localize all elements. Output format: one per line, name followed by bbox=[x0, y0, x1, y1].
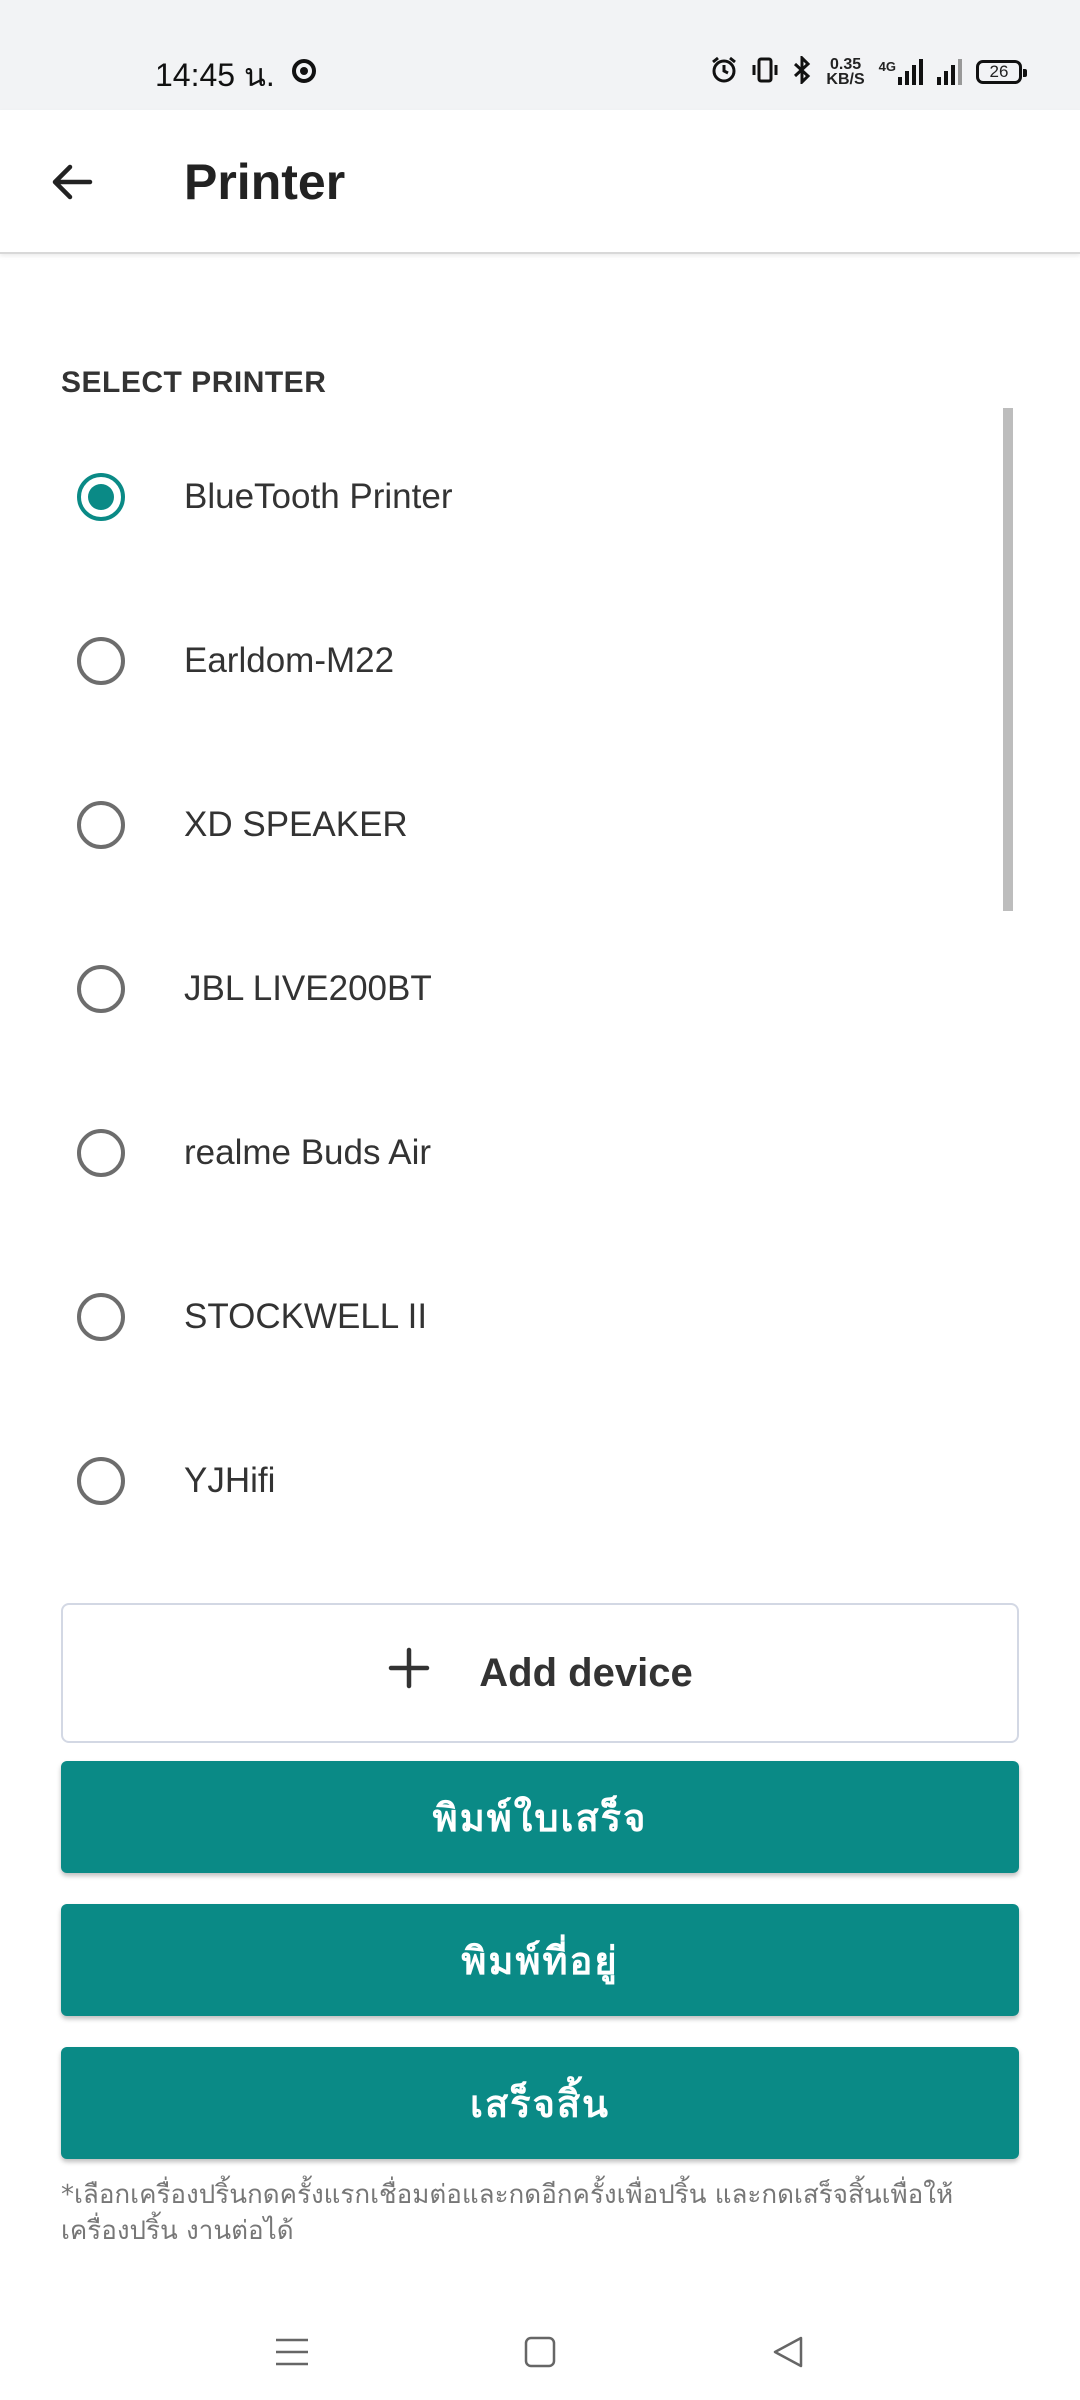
print-address-button[interactable]: พิมพ์ที่อยู่ bbox=[61, 1904, 1019, 2016]
vibrate-icon bbox=[752, 56, 778, 89]
app-bar: Printer bbox=[0, 110, 1080, 254]
network-4g-signal: 4G bbox=[879, 59, 923, 85]
printer-name: realme Buds Air bbox=[184, 1133, 432, 1172]
back-button[interactable] bbox=[40, 150, 104, 214]
radio-button[interactable] bbox=[77, 1457, 125, 1505]
printer-list: BlueTooth Printer Earldom-M22 XD SPEAKER… bbox=[0, 415, 1000, 1563]
printer-name: STOCKWELL II bbox=[184, 1297, 428, 1336]
printer-name: YJHifi bbox=[184, 1461, 276, 1500]
printer-item[interactable]: YJHifi bbox=[0, 1399, 1000, 1563]
bluetooth-icon bbox=[792, 53, 812, 89]
status-icons: 0.35 KB/S 4G 26 bbox=[710, 52, 1027, 92]
home-button[interactable] bbox=[510, 2322, 570, 2382]
radio-button[interactable] bbox=[77, 1129, 125, 1177]
system-back-button[interactable] bbox=[758, 2322, 818, 2382]
add-device-button[interactable]: Add device bbox=[61, 1603, 1019, 1743]
network-type: 4G bbox=[878, 59, 896, 74]
arrow-left-icon bbox=[52, 164, 93, 200]
printer-item[interactable]: realme Buds Air bbox=[0, 1071, 1000, 1235]
printer-item[interactable]: BlueTooth Printer bbox=[0, 415, 1000, 579]
status-bar: 14:45 น. 0.35 KB/S 4G 26 bbox=[0, 0, 1080, 110]
status-time: 14:45 น. bbox=[155, 57, 275, 93]
printer-item[interactable]: Earldom-M22 bbox=[0, 579, 1000, 743]
printer-item[interactable]: STOCKWELL II bbox=[0, 1235, 1000, 1399]
radio-button[interactable] bbox=[77, 965, 125, 1013]
page-title: Printer bbox=[184, 154, 346, 210]
network-speed: 0.35 KB/S bbox=[826, 56, 865, 88]
navigation-bar bbox=[0, 2300, 1080, 2400]
square-icon bbox=[524, 2336, 556, 2368]
signal-icon bbox=[937, 59, 962, 85]
printer-item[interactable]: XD SPEAKER bbox=[0, 743, 1000, 907]
battery-level: 26 bbox=[989, 62, 1009, 81]
network-speed-value: 0.35 bbox=[829, 56, 862, 73]
radio-button[interactable] bbox=[77, 801, 125, 849]
screen-record-icon bbox=[292, 59, 316, 83]
menu-icon bbox=[276, 2338, 308, 2366]
footnote: *เลือกเครื่องปริ้นกดครั้งแรกเชื่อมต่อและ… bbox=[61, 2180, 954, 2246]
printer-name: JBL LIVE200BT bbox=[184, 969, 432, 1008]
plus-icon bbox=[387, 1643, 431, 1699]
done-button[interactable]: เสร็จสิ้น bbox=[61, 2047, 1019, 2159]
battery-icon: 26 bbox=[976, 60, 1027, 84]
radio-button-checked[interactable] bbox=[77, 473, 125, 521]
printer-name: Earldom-M22 bbox=[184, 641, 395, 680]
radio-button[interactable] bbox=[77, 637, 125, 685]
printer-name: BlueTooth Printer bbox=[184, 477, 453, 516]
scrollbar-thumb[interactable] bbox=[1003, 408, 1013, 911]
recent-apps-button[interactable] bbox=[262, 2322, 322, 2382]
signal-icon bbox=[898, 59, 923, 85]
section-label: SELECT PRINTER bbox=[61, 366, 327, 399]
triangle-back-icon bbox=[773, 2336, 803, 2368]
add-device-label: Add device bbox=[479, 1650, 693, 1695]
alarm-icon bbox=[710, 56, 738, 89]
radio-button[interactable] bbox=[77, 1293, 125, 1341]
printer-item[interactable]: JBL LIVE200BT bbox=[0, 907, 1000, 1071]
print-receipt-button[interactable]: พิมพ์ใบเสร็จ bbox=[61, 1761, 1019, 1873]
printer-name: XD SPEAKER bbox=[184, 805, 408, 844]
network-speed-unit: KB/S bbox=[826, 71, 865, 88]
